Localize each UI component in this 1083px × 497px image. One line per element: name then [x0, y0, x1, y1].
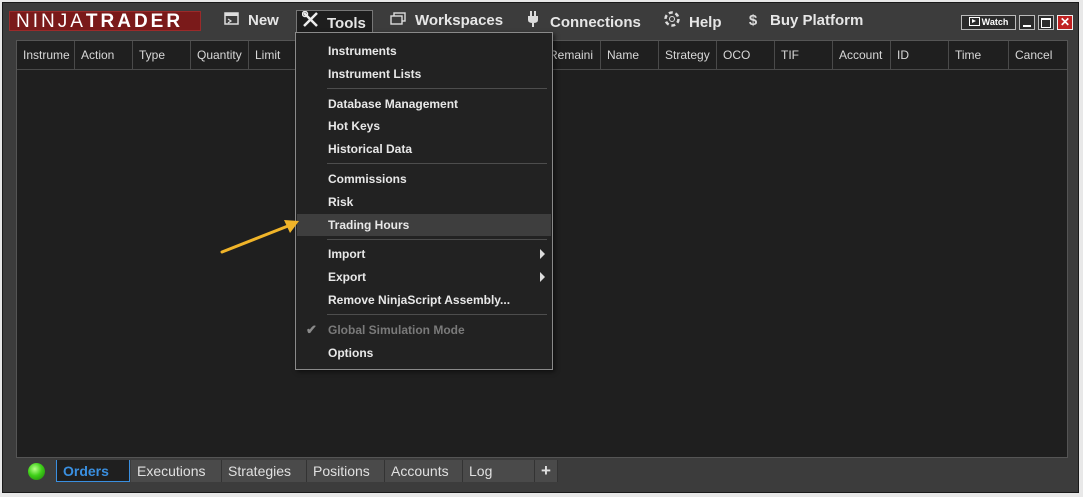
column-header-type[interactable]: Type — [133, 41, 191, 69]
column-header-time[interactable]: Time — [949, 41, 1009, 69]
menu-bar: NINJATRADER New Tools Workspaces Connect… — [9, 8, 1075, 34]
dollar-icon: $ — [748, 12, 758, 29]
tab-accounts[interactable]: Accounts — [385, 460, 463, 482]
menu-separator — [327, 314, 547, 315]
close-icon: ✕ — [1059, 15, 1071, 29]
menu-workspaces[interactable]: Workspaces — [389, 11, 503, 31]
tab-log[interactable]: Log — [463, 460, 535, 482]
menu-tools[interactable]: Tools — [296, 10, 373, 34]
connection-status-icon — [28, 463, 45, 480]
workspaces-icon — [389, 11, 407, 31]
menu-item-historical-data[interactable]: Historical Data — [297, 138, 551, 160]
submenu-arrow-icon — [540, 249, 545, 259]
tab-positions[interactable]: Positions — [307, 460, 385, 482]
menu-item-risk[interactable]: Risk — [297, 191, 551, 213]
menu-item-import-label: Import — [328, 247, 366, 261]
menu-separator — [327, 239, 547, 240]
menu-new-label: New — [248, 12, 279, 29]
column-header-name[interactable]: Name — [601, 41, 659, 69]
menu-item-export-label: Export — [328, 270, 367, 284]
menu-item-commissions[interactable]: Commissions — [297, 168, 551, 190]
menu-help[interactable]: Help — [663, 11, 722, 31]
menu-connections[interactable]: Connections — [524, 11, 641, 31]
menu-separator — [327, 163, 547, 164]
menu-item-global-simulation-mode: ✔ Global Simulation Mode — [297, 319, 551, 341]
maximize-button[interactable] — [1038, 15, 1054, 30]
menu-separator — [327, 88, 547, 89]
menu-item-instruments[interactable]: Instruments — [297, 40, 551, 62]
menu-tools-label: Tools — [327, 15, 366, 32]
ninjatrader-control-center: NINJATRADER New Tools Workspaces Connect… — [2, 2, 1079, 493]
watch-button[interactable]: Watch — [961, 15, 1016, 30]
menu-item-remove-ninjascript-assembly[interactable]: Remove NinjaScript Assembly... — [297, 289, 551, 311]
tab-strategies[interactable]: Strategies — [222, 460, 307, 482]
menu-workspaces-label: Workspaces — [415, 12, 504, 29]
tab-executions[interactable]: Executions — [131, 460, 222, 482]
menu-connections-label: Connections — [550, 14, 641, 31]
menu-buy-platform[interactable]: $ Buy Platform — [744, 11, 864, 31]
menu-item-instrument-lists[interactable]: Instrument Lists — [297, 63, 551, 85]
column-header-oco[interactable]: OCO — [717, 41, 775, 69]
add-tab-button[interactable]: + — [535, 460, 558, 482]
column-header-cancel[interactable]: Cancel — [1009, 41, 1067, 69]
menu-item-hot-keys[interactable]: Hot Keys — [297, 115, 551, 137]
menu-item-import[interactable]: Import — [297, 243, 551, 265]
ninjatrader-logo: NINJATRADER — [9, 11, 201, 32]
watch-label: Watch — [981, 17, 1009, 27]
column-header-id[interactable]: ID — [891, 41, 949, 69]
column-header-quantity[interactable]: Quantity — [191, 41, 249, 69]
column-header-action[interactable]: Action — [75, 41, 133, 69]
maximize-icon — [1041, 18, 1051, 28]
lifebuoy-icon — [663, 11, 681, 33]
column-header-strategy[interactable]: Strategy — [659, 41, 717, 69]
menu-item-database-management[interactable]: Database Management — [297, 93, 551, 115]
minimize-icon — [1023, 25, 1031, 27]
column-header-remaining[interactable]: Remaini — [545, 41, 601, 69]
logo-text-trader: TRADER — [85, 11, 184, 32]
checkmark-icon: ✔ — [306, 322, 317, 337]
menu-item-global-simulation-mode-label: Global Simulation Mode — [328, 323, 465, 337]
bottom-tab-bar: Orders Executions Strategies Positions A… — [16, 459, 1068, 483]
menu-item-trading-hours[interactable]: Trading Hours — [297, 214, 551, 236]
plug-icon — [524, 11, 542, 33]
watch-icon — [968, 17, 980, 26]
menu-new[interactable]: New — [222, 11, 279, 31]
column-header-tif[interactable]: TIF — [775, 41, 833, 69]
menu-item-export[interactable]: Export — [297, 266, 551, 288]
menu-help-label: Help — [689, 14, 722, 31]
new-window-icon — [222, 11, 240, 31]
menu-buy-platform-label: Buy Platform — [770, 12, 864, 29]
logo-text-ninja: NINJA — [16, 11, 86, 32]
column-header-account[interactable]: Account — [833, 41, 891, 69]
tools-dropdown-menu: Instruments Instrument Lists Database Ma… — [295, 32, 553, 370]
column-header-instrument[interactable]: Instrume — [17, 41, 75, 69]
close-button[interactable]: ✕ — [1057, 15, 1073, 30]
menu-item-options[interactable]: Options — [297, 342, 551, 364]
minimize-button[interactable] — [1019, 15, 1035, 30]
tab-orders[interactable]: Orders — [56, 460, 130, 482]
submenu-arrow-icon — [540, 272, 545, 282]
